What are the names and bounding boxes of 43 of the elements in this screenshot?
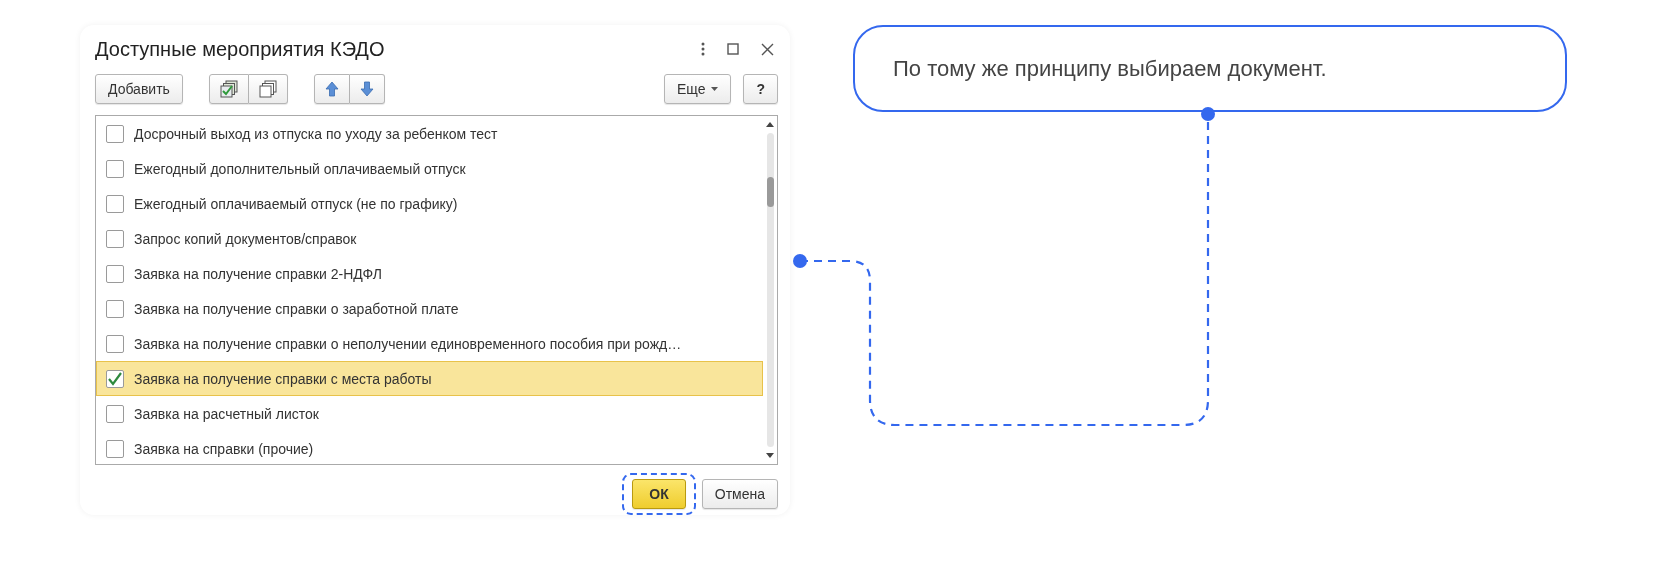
arrow-up-icon bbox=[324, 81, 339, 97]
scroll-up-icon[interactable] bbox=[766, 122, 774, 127]
checkbox[interactable] bbox=[106, 299, 124, 318]
check-all-button[interactable] bbox=[208, 74, 249, 104]
list-item[interactable]: Досрочный выход из отпуска по уходу за ребенком тест bbox=[96, 116, 763, 151]
list-item[interactable]: Заявка на получение справки о заработной плате bbox=[96, 291, 763, 326]
checkbox[interactable] bbox=[106, 334, 124, 353]
help-button[interactable]: ? bbox=[743, 74, 778, 104]
arrow-down-icon bbox=[359, 81, 374, 97]
list-item[interactable]: Запрос копий документов/справок bbox=[96, 221, 763, 256]
checkbox[interactable] bbox=[106, 264, 124, 283]
scrollbar-thumb[interactable] bbox=[766, 177, 774, 207]
list-item[interactable]: Ежегодный оплачиваемый отпуск (не по графику) bbox=[96, 186, 763, 221]
maximize-icon[interactable] bbox=[727, 43, 739, 55]
pages-icon bbox=[258, 80, 277, 98]
caret-icon bbox=[711, 87, 719, 91]
list-item[interactable]: Заявка на получение справки 2-НДФЛ bbox=[96, 256, 763, 291]
move-up-button[interactable] bbox=[313, 74, 350, 104]
list-item[interactable]: Заявка на справки (прочие) bbox=[96, 431, 763, 466]
move-down-button[interactable] bbox=[349, 74, 385, 104]
ok-button[interactable]: ОК bbox=[632, 479, 686, 509]
checkbox[interactable] bbox=[106, 229, 124, 248]
list-item[interactable]: Заявка на расчетный листок bbox=[96, 396, 763, 431]
scroll-down-icon[interactable] bbox=[766, 453, 774, 458]
checkbox[interactable] bbox=[106, 404, 124, 423]
list-item[interactable]: Ежегодный дополнительный оплачиваемый отпуск bbox=[96, 151, 763, 186]
add-button[interactable]: Добавить bbox=[95, 74, 183, 104]
list-item[interactable]: Заявка на получение справки с места работы bbox=[96, 361, 763, 396]
checkbox[interactable] bbox=[106, 369, 124, 388]
checkbox[interactable] bbox=[106, 439, 124, 458]
callout-text: По тому же принципу выбираем документ. bbox=[853, 25, 1567, 112]
more-button[interactable]: Еще bbox=[663, 74, 732, 104]
checkmark-icon bbox=[107, 371, 123, 386]
window-title: Доступные мероприятия КЭДО bbox=[95, 37, 386, 61]
checkbox[interactable] bbox=[106, 124, 124, 143]
checkbox[interactable] bbox=[106, 194, 124, 213]
list-item[interactable]: Заявка на получение справки о неполучении единовременного пособия при рожд… bbox=[96, 326, 763, 361]
close-icon[interactable] bbox=[761, 42, 774, 56]
more-options-icon[interactable] bbox=[701, 42, 705, 56]
checked-pages-icon bbox=[219, 80, 238, 98]
checkbox[interactable] bbox=[106, 159, 124, 178]
uncheck-all-button[interactable] bbox=[248, 74, 288, 104]
cancel-button[interactable]: Отмена bbox=[701, 479, 778, 509]
